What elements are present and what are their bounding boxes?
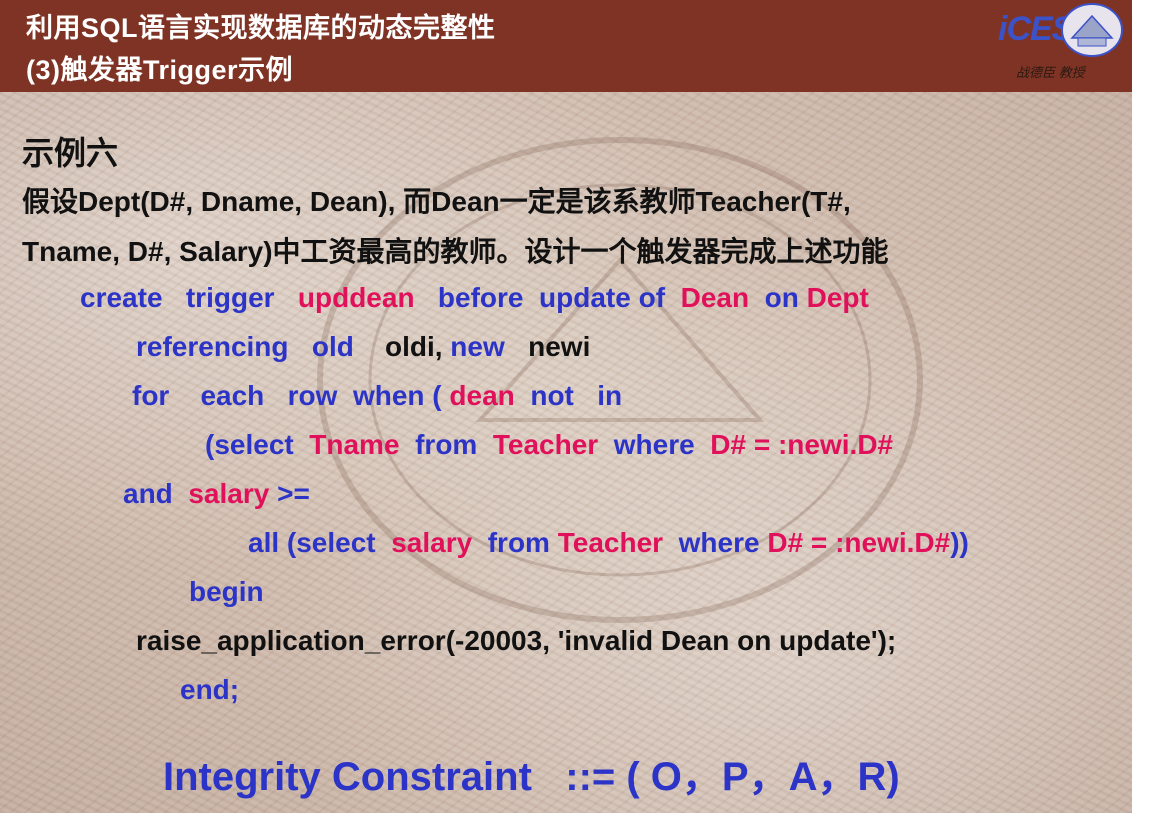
code-token: Tname	[309, 429, 400, 460]
title-line-2: (3)触发器Trigger示例	[26, 55, 294, 85]
title-line-1: 利用SQL语言实现数据库的动态完整性	[26, 13, 496, 43]
code-token: raise_application_error(-20003, 'invalid…	[136, 625, 897, 656]
code-token: Dept	[806, 282, 869, 313]
code-token: Dean	[680, 282, 750, 313]
code-line-4: (select Tname from Teacher where D# = :n…	[205, 429, 893, 461]
description-line-2: Tname, D#, Salary)中工资最高的教师。设计一个触发器完成上述功能	[22, 236, 889, 267]
code-token: from	[487, 527, 550, 558]
code-token: salary	[188, 478, 270, 509]
code-token: trigger	[185, 282, 275, 313]
code-token: before	[437, 282, 524, 313]
code-token: >=	[277, 478, 310, 509]
code-token: upddean	[297, 282, 415, 313]
code-token: end;	[180, 674, 240, 705]
code-token: in	[597, 380, 623, 411]
code-token: ))	[950, 527, 969, 558]
code-line-5: and salary >=	[123, 478, 310, 510]
example-heading: 示例六	[22, 135, 119, 171]
code-token: all (select	[248, 527, 376, 558]
code-token: where	[613, 429, 695, 460]
code-token: dean	[449, 380, 515, 411]
code-token: where	[678, 527, 760, 558]
code-token: new	[450, 331, 505, 362]
code-token: salary	[391, 527, 473, 558]
code-token: create	[80, 282, 163, 313]
code-token: not	[530, 380, 574, 411]
code-line-6: all (select salary from Teacher where D#…	[248, 527, 969, 559]
code-token: newi	[528, 331, 591, 362]
code-token: (select	[205, 429, 294, 460]
code-token: D# = :newi.D#	[710, 429, 894, 460]
code-token: on	[764, 282, 799, 313]
integrity-constraint-formula: Integrity Constraint ::= ( O，P，A，R)	[163, 755, 900, 799]
ices-logo: iCES 战德臣 教授	[998, 2, 1130, 80]
description-line-1: 假设Dept(D#, Dname, Dean), 而Dean一定是该系教师Tea…	[22, 186, 851, 217]
code-token: and	[123, 478, 173, 509]
slide: 利用SQL语言实现数据库的动态完整性 (3)触发器Trigger示例 iCES …	[0, 0, 1132, 813]
title-bar: 利用SQL语言实现数据库的动态完整性 (3)触发器Trigger示例 iCES …	[0, 0, 1132, 92]
code-token: for	[132, 380, 170, 411]
code-token: row	[287, 380, 338, 411]
code-token: update of	[539, 282, 666, 313]
code-line-2: referencing old oldi, new newi	[136, 331, 590, 363]
code-token: old	[311, 331, 354, 362]
code-token: D# = :newi.D#	[767, 527, 951, 558]
code-token: from	[415, 429, 478, 460]
code-token: Teacher	[557, 527, 664, 558]
building-seal-icon	[1061, 3, 1123, 57]
code-token: oldi,	[384, 331, 443, 362]
code-line-3: for each row when ( dean not in	[132, 380, 622, 412]
code-token: referencing	[136, 331, 289, 362]
code-line-1: create trigger upddean before update of …	[80, 282, 869, 314]
code-token: begin	[189, 576, 264, 607]
code-line-7: begin	[189, 576, 264, 608]
code-token: when (	[352, 380, 442, 411]
code-line-8: raise_application_error(-20003, 'invalid…	[136, 625, 896, 657]
code-token: each	[200, 380, 265, 411]
code-line-9: end;	[180, 674, 239, 706]
code-token: Teacher	[492, 429, 599, 460]
logo-caption: 战德臣 教授	[1016, 65, 1085, 80]
